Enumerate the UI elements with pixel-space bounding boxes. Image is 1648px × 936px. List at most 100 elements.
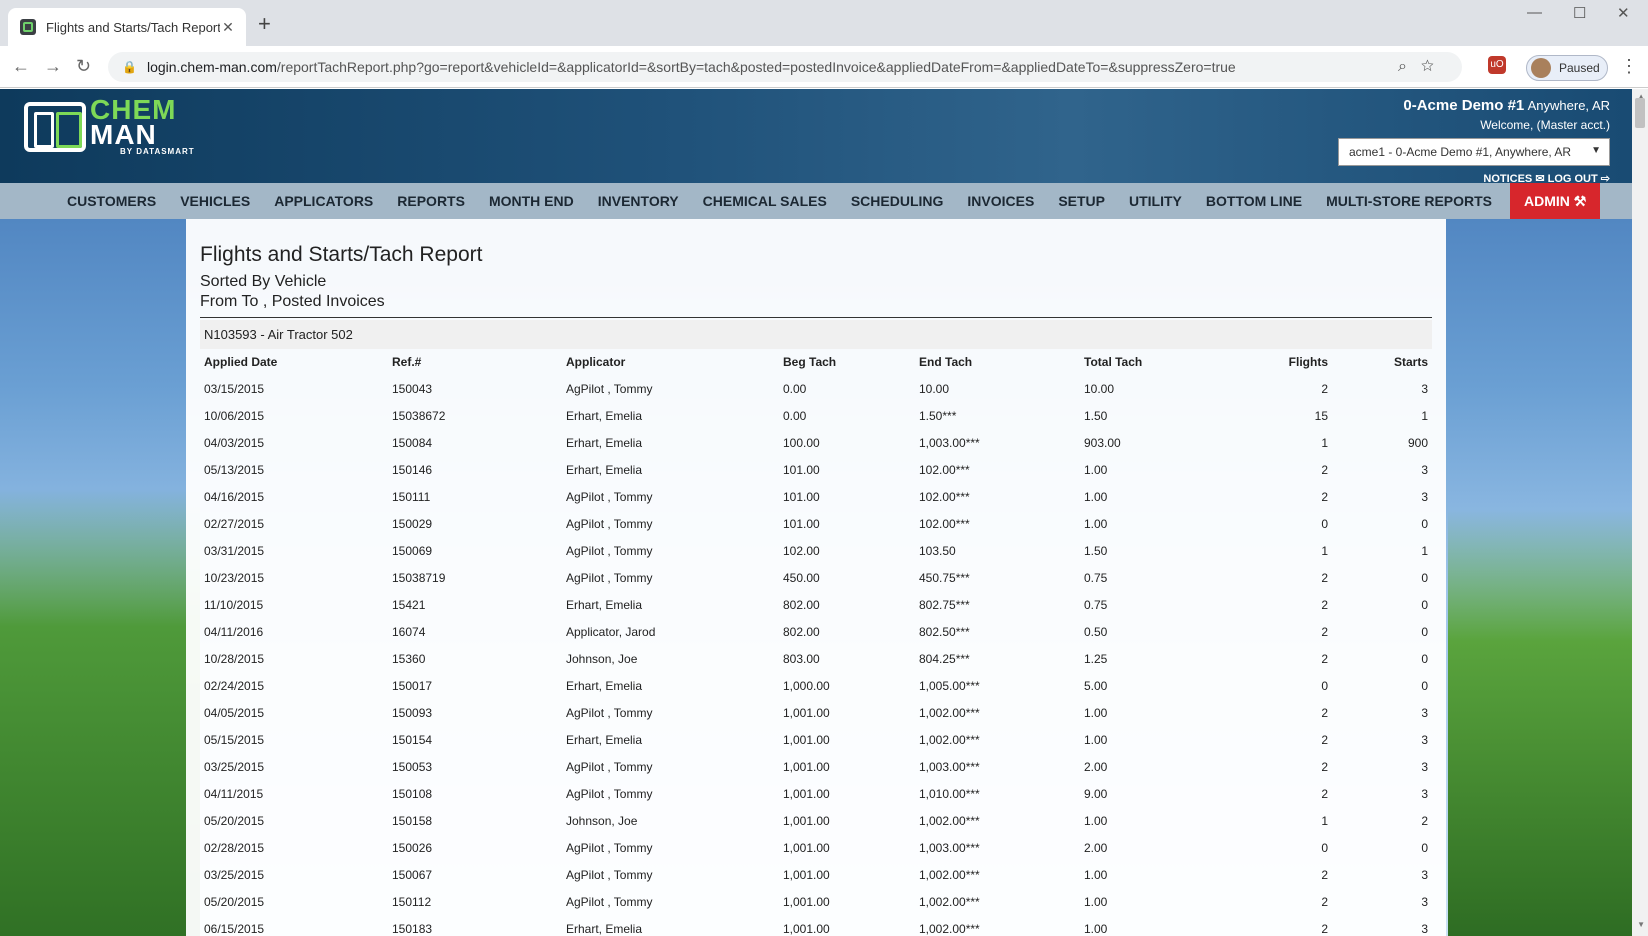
forward-arrow-icon[interactable]: → bbox=[44, 56, 62, 77]
cell-total-tach: 0.50 bbox=[1084, 625, 1108, 639]
cell-end-tach: 802.75*** bbox=[919, 598, 970, 612]
cell-applicator: AgPilot , Tommy bbox=[566, 490, 653, 504]
cell-ref: 150029 bbox=[392, 517, 433, 531]
profile-button[interactable]: Paused bbox=[1526, 55, 1608, 81]
cell-flights: 2 bbox=[1321, 706, 1328, 720]
cell-ref: 150111 bbox=[392, 490, 431, 504]
nav-setup[interactable]: SETUP bbox=[1046, 183, 1117, 219]
cell-applied-date: 03/31/2015 bbox=[204, 544, 265, 558]
cell-beg-tach: 450.00 bbox=[783, 571, 820, 585]
cell-applied-date: 02/27/2015 bbox=[204, 517, 265, 531]
cell-applicator: Erhart, Emelia bbox=[566, 463, 643, 477]
minimize-window-icon[interactable]: — bbox=[1527, 4, 1542, 21]
col-ref: Ref.# bbox=[392, 355, 422, 369]
cell-total-tach: 1.50 bbox=[1084, 544, 1108, 558]
scrollbar-thumb[interactable] bbox=[1635, 98, 1645, 128]
zoom-and-bookmark-icons[interactable]: ⌕☆ bbox=[1398, 58, 1448, 76]
cell-beg-tach: 102.00 bbox=[783, 544, 820, 558]
cell-applicator: Erhart, Emelia bbox=[566, 679, 643, 693]
close-tab-icon[interactable]: ✕ bbox=[220, 19, 236, 36]
nav-customers[interactable]: CUSTOMERS bbox=[55, 183, 168, 219]
cell-starts: 1 bbox=[1421, 409, 1428, 423]
browser-tab[interactable]: Flights and Starts/Tach Report - C ✕ bbox=[8, 8, 246, 46]
back-arrow-icon[interactable]: ← bbox=[12, 56, 30, 77]
nav-admin[interactable]: ADMIN ⚒ bbox=[1510, 183, 1601, 219]
cell-total-tach: 10.00 bbox=[1084, 382, 1115, 396]
account-select[interactable]: acme1 - 0-Acme Demo #1, Anywhere, AR ▼ bbox=[1338, 138, 1610, 166]
nav-multi-store-reports[interactable]: MULTI-STORE REPORTS bbox=[1314, 183, 1504, 219]
report-range: From To , Posted Invoices bbox=[200, 293, 1432, 318]
cell-ref: 15038672 bbox=[392, 409, 446, 423]
url-text[interactable]: login.chem-man.com/reportTachReport.php?… bbox=[147, 59, 1236, 75]
cell-applicator: AgPilot , Tommy bbox=[566, 517, 653, 531]
new-tab-button[interactable]: + bbox=[258, 12, 271, 36]
cell-ref: 150183 bbox=[392, 922, 433, 936]
table-row: 10/06/2015 15038672 Erhart, Emelia 0.00 1.50… bbox=[200, 403, 1432, 430]
cell-end-tach: 450.75*** bbox=[919, 571, 970, 585]
cell-end-tach: 1,002.00*** bbox=[919, 706, 980, 720]
cell-end-tach: 10.00 bbox=[919, 382, 950, 396]
col-applicator: Applicator bbox=[566, 355, 626, 369]
cell-end-tach: 1,003.00*** bbox=[919, 436, 980, 450]
cell-flights: 2 bbox=[1321, 652, 1328, 666]
cell-ref: 150112 bbox=[392, 895, 432, 909]
cell-total-tach: 1.50 bbox=[1084, 409, 1108, 423]
cell-applicator: Erhart, Emelia bbox=[566, 436, 643, 450]
cell-ref: 150043 bbox=[392, 382, 433, 396]
cell-total-tach: 1.00 bbox=[1084, 895, 1108, 909]
cell-starts: 900 bbox=[1407, 436, 1428, 450]
cell-beg-tach: 802.00 bbox=[783, 625, 820, 639]
nav-inventory[interactable]: INVENTORY bbox=[586, 183, 691, 219]
cell-flights: 2 bbox=[1321, 787, 1328, 801]
reload-icon[interactable]: ↻ bbox=[76, 56, 91, 77]
cell-beg-tach: 1,001.00 bbox=[783, 868, 830, 882]
cell-beg-tach: 803.00 bbox=[783, 652, 820, 666]
nav-invoices[interactable]: INVOICES bbox=[955, 183, 1046, 219]
tab-title: Flights and Starts/Tach Report - C bbox=[46, 19, 220, 35]
cell-flights: 1 bbox=[1321, 814, 1328, 828]
cell-ref: 150053 bbox=[392, 760, 433, 774]
cell-applicator: Erhart, Emelia bbox=[566, 922, 643, 936]
cell-ref: 150108 bbox=[392, 787, 433, 801]
maximize-window-icon[interactable]: ☐ bbox=[1573, 4, 1586, 22]
cell-flights: 2 bbox=[1321, 922, 1328, 936]
cell-ref: 150017 bbox=[392, 679, 433, 693]
chemman-logo[interactable]: CHEM MAN BY DATASMART bbox=[24, 96, 195, 156]
nav-month-end[interactable]: MONTH END bbox=[477, 183, 586, 219]
nav-applicators[interactable]: APPLICATORS bbox=[262, 183, 385, 219]
cell-flights: 2 bbox=[1321, 490, 1328, 504]
scroll-down-icon[interactable]: ▼ bbox=[1637, 920, 1645, 929]
cell-applied-date: 10/23/2015 bbox=[204, 571, 265, 585]
nav-utility[interactable]: UTILITY bbox=[1117, 183, 1194, 219]
nav-scheduling[interactable]: SCHEDULING bbox=[839, 183, 956, 219]
nav-chemical-sales[interactable]: CHEMICAL SALES bbox=[691, 183, 839, 219]
table-row: 02/24/2015 150017 Erhart, Emelia 1,000.00 1,… bbox=[200, 673, 1432, 700]
cell-applicator: Erhart, Emelia bbox=[566, 409, 643, 423]
cell-ref: 16074 bbox=[392, 625, 426, 639]
browser-tab-bar: Flights and Starts/Tach Report - C ✕ + —… bbox=[0, 0, 1648, 46]
welcome-text: Welcome, (Master acct.) bbox=[1480, 118, 1610, 132]
col-applied-date: Applied Date bbox=[204, 355, 278, 369]
cell-flights: 1 bbox=[1321, 436, 1328, 450]
cell-starts: 0 bbox=[1421, 625, 1428, 639]
cell-flights: 0 bbox=[1321, 679, 1328, 693]
cell-total-tach: 1.00 bbox=[1084, 517, 1108, 531]
ublock-extension-icon[interactable]: uO bbox=[1488, 56, 1506, 74]
cell-starts: 3 bbox=[1421, 868, 1428, 882]
table-row: 03/25/2015 150053 AgPilot , Tommy 1,001.00 1… bbox=[200, 754, 1432, 781]
nav-reports[interactable]: REPORTS bbox=[385, 183, 477, 219]
cell-starts: 0 bbox=[1421, 571, 1428, 585]
close-window-icon[interactable]: ✕ bbox=[1617, 4, 1630, 22]
cell-beg-tach: 802.00 bbox=[783, 598, 820, 612]
nav-vehicles[interactable]: VEHICLES bbox=[168, 183, 262, 219]
cell-starts: 3 bbox=[1421, 490, 1428, 504]
address-bar[interactable]: 🔒 login.chem-man.com/reportTachReport.ph… bbox=[108, 52, 1462, 82]
page-scrollbar[interactable] bbox=[1632, 89, 1648, 936]
cell-ref: 150146 bbox=[392, 463, 433, 477]
cell-applicator: AgPilot , Tommy bbox=[566, 841, 653, 855]
cell-beg-tach: 101.00 bbox=[783, 517, 820, 531]
cell-total-tach: 0.75 bbox=[1084, 598, 1108, 612]
browser-menu-icon[interactable]: ⋮ bbox=[1620, 56, 1638, 77]
nav-bottom-line[interactable]: BOTTOM LINE bbox=[1194, 183, 1314, 219]
table-row: 05/13/2015 150146 Erhart, Emelia 101.00 102.… bbox=[200, 457, 1432, 484]
